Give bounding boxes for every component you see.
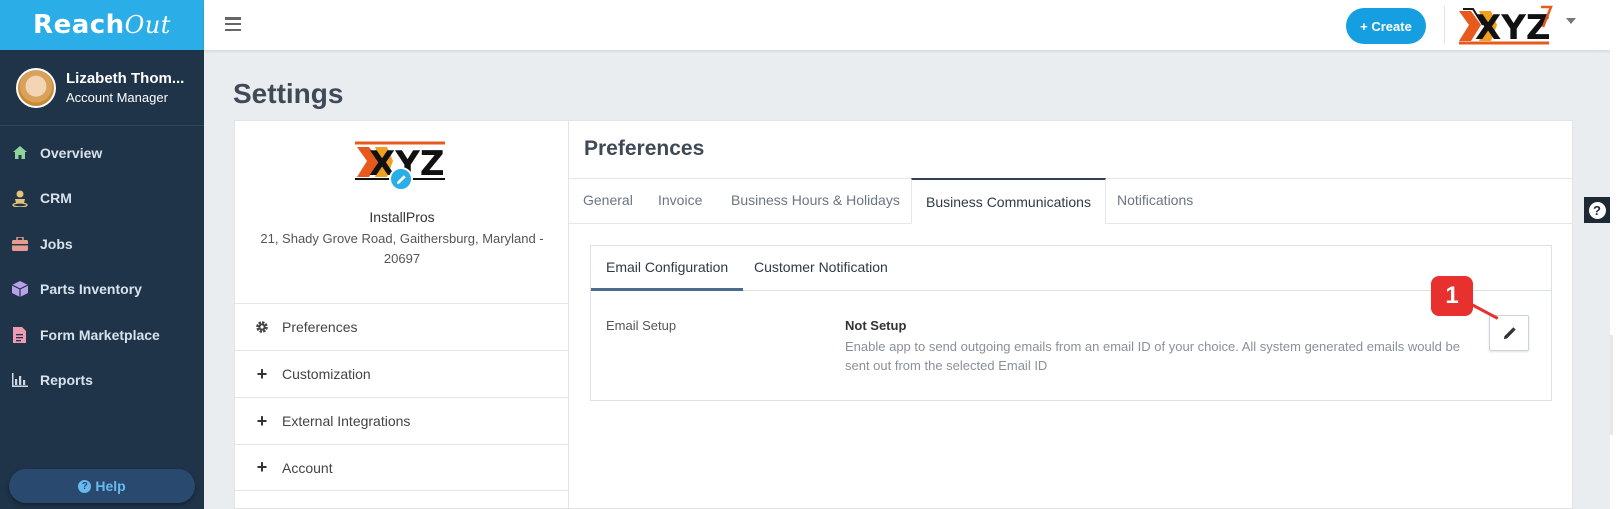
- gear-icon: [255, 320, 269, 334]
- page-title: Settings: [233, 78, 344, 109]
- right-edge-strip: [1610, 0, 1622, 509]
- document-icon: [11, 326, 28, 343]
- brand-out: Out: [124, 11, 171, 39]
- sidebar-item-crm[interactable]: CRM: [0, 176, 204, 222]
- plus-icon: +: [256, 410, 268, 431]
- annotation-badge: 1: [1431, 276, 1473, 316]
- preferences-panel: Preferences General Invoice Business Hou…: [568, 120, 1573, 509]
- sidebar-nav: Overview CRM Jobs Parts Inventory Form M…: [0, 130, 204, 403]
- sidebar-item-label: Form Marketplace: [40, 326, 160, 343]
- help-tab[interactable]: ?: [1584, 197, 1610, 223]
- pencil-icon: [396, 174, 406, 184]
- topbar: + Create XYZ: [204, 0, 1610, 50]
- menu-item-external-integrations[interactable]: + External Integrations: [235, 397, 569, 444]
- preferences-title: Preferences: [584, 137, 705, 160]
- tab-general[interactable]: General: [583, 179, 633, 224]
- sidebar: Reach Out Lizabeth Thom... Account Manage…: [0, 0, 204, 509]
- hamburger-menu-icon[interactable]: [225, 17, 241, 32]
- tab-business-hours[interactable]: Business Hours & Holidays: [731, 179, 903, 224]
- menu-item-account[interactable]: + Account: [235, 444, 569, 491]
- sidebar-item-form-marketplace[interactable]: Form Marketplace: [0, 312, 204, 358]
- sidebar-item-label: CRM: [40, 190, 72, 207]
- edit-email-button[interactable]: [1489, 315, 1529, 351]
- topbar-divider: [1444, 6, 1445, 44]
- avatar: [16, 67, 56, 108]
- briefcase-icon: [11, 235, 28, 252]
- box-icon: [11, 281, 28, 298]
- tab-business-communications[interactable]: Business Communications: [911, 178, 1106, 224]
- help-label: Help: [95, 478, 126, 494]
- menu-item-label: Preferences: [282, 319, 358, 335]
- tab-notifications[interactable]: Notifications: [1117, 179, 1193, 224]
- subtab-email-configuration[interactable]: Email Configuration: [591, 246, 744, 291]
- person-icon: [11, 190, 28, 207]
- email-setup-label: Email Setup: [606, 318, 677, 333]
- settings-side-panel: XYZ InstallPros 21, Shady Grove Road, Ga…: [234, 120, 569, 509]
- create-button[interactable]: + Create: [1346, 8, 1426, 44]
- plus-icon: +: [256, 457, 268, 477]
- brand-reach: Reach: [33, 10, 125, 40]
- chevron-down-icon[interactable]: [1566, 18, 1576, 24]
- sidebar-item-jobs[interactable]: Jobs: [0, 221, 204, 267]
- help-button[interactable]: ? Help: [9, 469, 195, 503]
- question-circle-icon: ?: [1588, 201, 1606, 219]
- sidebar-item-overview[interactable]: Overview: [0, 130, 204, 176]
- plus-icon: +: [256, 363, 268, 384]
- tab-invoice[interactable]: Invoice: [658, 179, 702, 224]
- xyz-logo-icon: XYZ: [1459, 5, 1553, 48]
- sidebar-item-label: Parts Inventory: [40, 281, 142, 298]
- email-status: Not Setup: [845, 318, 907, 333]
- email-description: Enable app to send outgoing emails from …: [845, 339, 1460, 373]
- user-role: Account Manager: [66, 90, 168, 105]
- bar-chart-icon: [11, 372, 28, 389]
- edit-logo-button[interactable]: [389, 167, 413, 191]
- preferences-tabs: General Invoice Business Hours & Holiday…: [569, 178, 1572, 224]
- company-address: 21, Shady Grove Road, Gaithersburg, Mary…: [260, 231, 544, 266]
- sub-tabs: Email Configuration Customer Notificatio…: [591, 246, 1551, 291]
- sidebar-item-label: Reports: [40, 372, 93, 389]
- subtab-customer-notification[interactable]: Customer Notification: [739, 246, 903, 291]
- menu-item-label: Customization: [282, 366, 371, 382]
- question-icon: ?: [78, 479, 92, 493]
- menu-item-label: External Integrations: [282, 413, 411, 429]
- menu-item-customization[interactable]: + Customization: [235, 350, 569, 397]
- home-icon: [11, 144, 28, 161]
- sidebar-item-parts-inventory[interactable]: Parts Inventory: [0, 267, 204, 313]
- sidebar-item-reports[interactable]: Reports: [0, 358, 204, 404]
- pencil-icon: [1503, 326, 1516, 339]
- user-profile[interactable]: Lizabeth Thom... Account Manager: [0, 50, 204, 126]
- email-config-card: Email Configuration Customer Notificatio…: [590, 245, 1552, 401]
- menu-item-preferences[interactable]: Preferences: [235, 303, 569, 350]
- sidebar-item-label: Jobs: [40, 235, 73, 252]
- menu-item-label: Account: [282, 459, 333, 476]
- brand-logo[interactable]: Reach Out: [0, 0, 204, 50]
- user-name: Lizabeth Thom...: [66, 70, 185, 87]
- svg-text:XYZ: XYZ: [1475, 8, 1551, 47]
- company-logo-menu[interactable]: XYZ: [1457, 5, 1553, 52]
- sidebar-item-label: Overview: [40, 144, 103, 161]
- company-name: InstallPros: [369, 209, 435, 225]
- settings-menu: Preferences + Customization + External I…: [235, 303, 569, 491]
